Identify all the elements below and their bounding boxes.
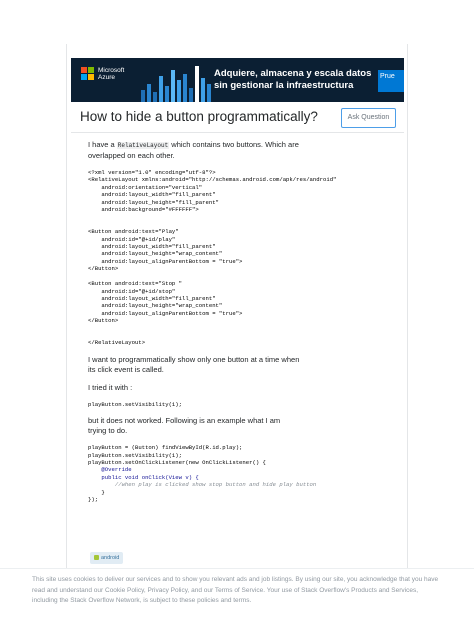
code-line: playButton.setOnClickListener(new OnClic… [88, 458, 266, 466]
code-line: <Button android:text="Play" [88, 228, 179, 236]
code-line: android:orientation="vertical" [88, 183, 203, 191]
tag-android[interactable]: android [90, 552, 124, 564]
inline-code-relativelayout: RelativeLayout [116, 142, 170, 149]
code-line: playButton = (Button) findViewById(R.id.… [88, 444, 243, 452]
paragraph-3: I tried it with : [88, 382, 133, 392]
code-line: <Button android:text="Stop " [88, 280, 182, 288]
java-code-block: playButton = (Button) findViewById(R.id.… [88, 444, 316, 503]
xml-code-block: <?xml version="1.0" encoding="utf-8"?> <… [88, 169, 336, 347]
ad-cta-button[interactable]: Prue [378, 70, 404, 92]
ad-headline-line2: sin gestionar la infraestructura [214, 80, 354, 91]
cookie-banner: This site uses cookies to deliver our se… [0, 568, 474, 633]
paragraph-4: but it does not worked. Following is an … [88, 416, 281, 436]
ask-question-button[interactable]: Ask Question [341, 108, 396, 128]
code-line: </Button> [88, 265, 119, 273]
question-body: I have a RelativeLayout which contains t… [88, 140, 336, 511]
code-line: <?xml version="1.0" encoding="utf-8"?> [88, 169, 216, 176]
code-line: } [88, 488, 105, 496]
ad-headline-line1: Adquiere, almacena y escala datos [214, 68, 372, 79]
code-snippet-visibility: playButton.setVisibility(1); [88, 401, 300, 408]
header-divider [71, 132, 404, 133]
code-line: playButton.setVisibility(1); [88, 451, 182, 459]
code-line: android:layout_width="fill_parent" [88, 243, 216, 251]
code-line: public void onClick(View v) { [88, 473, 199, 481]
code-line: android:layout_height="wrap_content" [88, 302, 223, 310]
code-line: android:layout_width="fill_parent" [88, 294, 216, 302]
code-line: </RelativeLayout> [88, 339, 146, 347]
intro-text-1: I have a [88, 140, 115, 149]
ad-brand-line1: Microsoft [98, 67, 125, 74]
code-line: android:id="@+id/stop" [88, 287, 176, 295]
microsoft-logo-icon [81, 67, 94, 80]
code-line: </Button> [88, 317, 119, 325]
question-title[interactable]: How to hide a button programmatically? [80, 109, 330, 124]
intro-paragraph: I have a RelativeLayout which contains t… [88, 140, 300, 161]
code-line: android:layout_width="fill_parent" [88, 191, 216, 199]
code-line: android:layout_alignParentBottom = "true… [88, 309, 243, 317]
code-line: <RelativeLayout xmlns:android="http://sc… [88, 176, 337, 184]
code-line: playButton.setVisibility(1); [88, 400, 182, 408]
code-line: @Override [88, 466, 132, 474]
ad-banner[interactable]: Microsoft Azure Adquiere, almacena y esc… [71, 58, 404, 102]
code-line: android:background="#FFFFFF"> [88, 206, 199, 214]
code-line: android:layout_height="fill_parent" [88, 198, 219, 206]
tag-label: android [101, 555, 120, 561]
code-comment: //when play is clicked show stop button … [88, 481, 317, 489]
code-line: }); [88, 496, 99, 503]
cookie-notice-text: This site uses cookies to deliver our se… [32, 576, 439, 604]
android-icon [94, 555, 99, 561]
paragraph-2: I want to programmatically show only one… [88, 354, 300, 374]
code-line: android:layout_height="wrap_content" [88, 250, 223, 258]
ad-headline: Adquiere, almacena y escala datos sin ge… [214, 68, 404, 92]
tag-list: android [90, 546, 124, 564]
code-line: android:layout_alignParentBottom = "true… [88, 257, 243, 265]
microsoft-azure-logo: Microsoft Azure [81, 67, 124, 81]
ad-brand-line2: Azure [98, 74, 115, 81]
code-line: android:id="@+id/play" [88, 235, 176, 243]
